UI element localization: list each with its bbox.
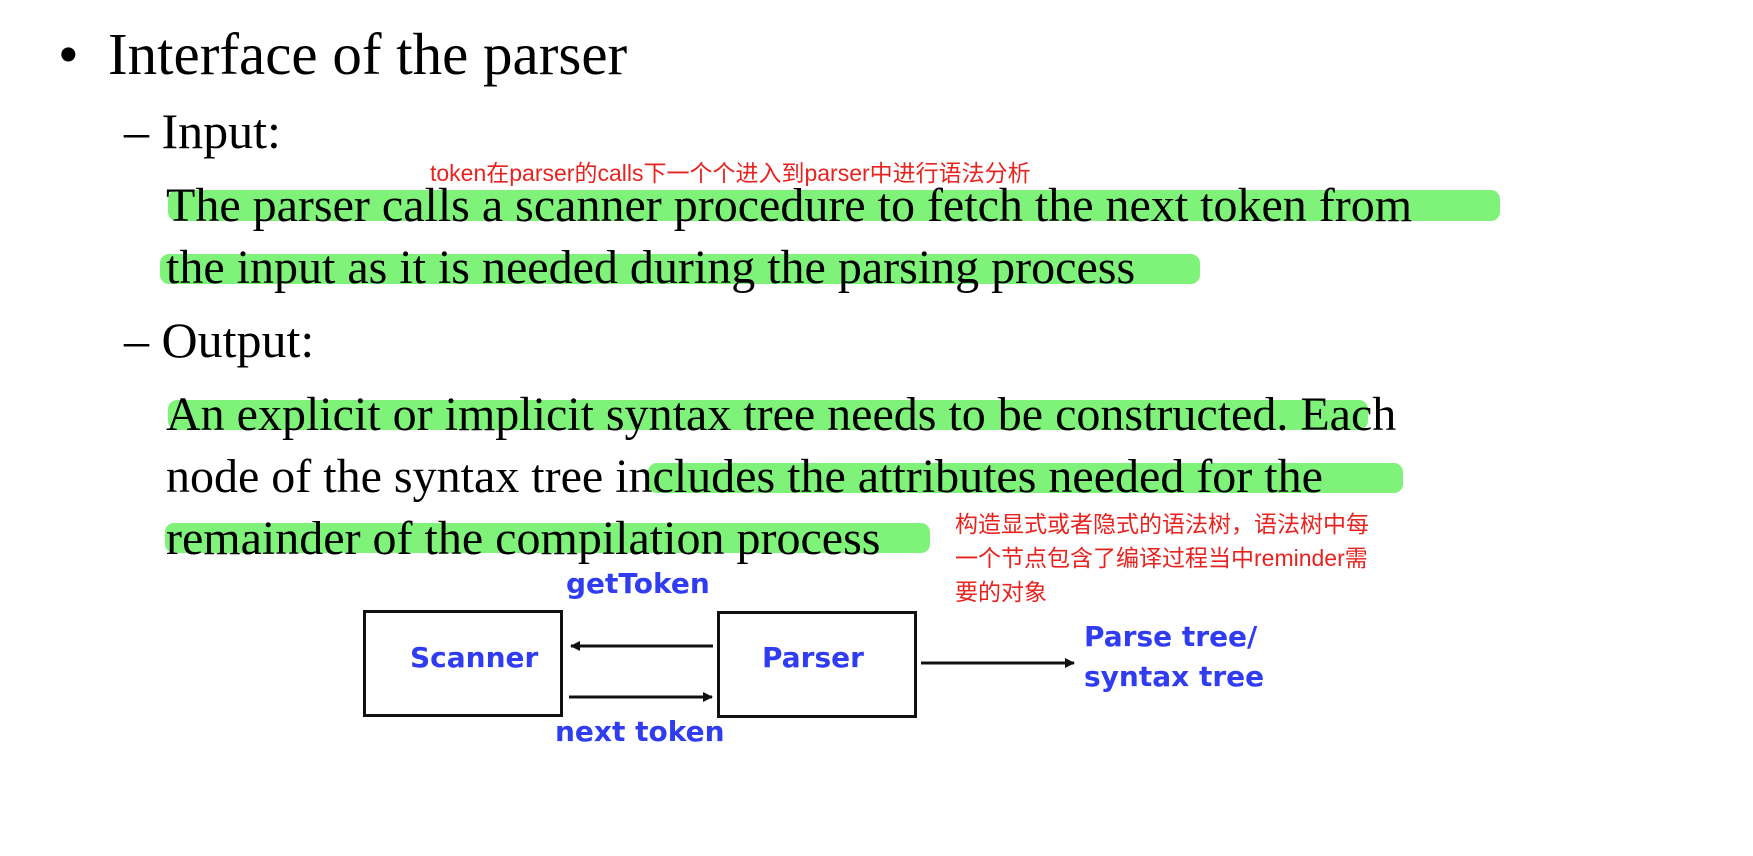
next-token-label: next token	[555, 715, 725, 748]
output-text-line1-highlighted: An explicit or implicit syntax tree need…	[166, 388, 1289, 441]
output-text-line1-plain: Each	[1288, 388, 1397, 441]
parser-label: Parser	[762, 641, 864, 674]
output-heading: – Output:	[124, 312, 315, 368]
output-annotation-line3: 要的对象	[955, 579, 1047, 605]
scanner-label: Scanner	[410, 641, 539, 674]
output-text-line2-highlighted: includes the attributes needed for the	[615, 450, 1323, 503]
input-heading: – Input:	[124, 103, 281, 159]
title-bullet: •	[58, 21, 79, 87]
output-annotation-line2: 一个节点包含了编译过程当中reminder需	[955, 545, 1368, 571]
output-text-line3: remainder of the compilation process	[166, 512, 881, 565]
output-text-line2: node of the syntax tree includes the att…	[166, 446, 1323, 508]
input-text-line1: The parser calls a scanner procedure to …	[166, 179, 1413, 232]
parse-tree-label-line1: Parse tree/	[1084, 620, 1258, 653]
slide-title: Interface of the parser	[108, 21, 628, 87]
input-text-line2: the input as it is needed during the par…	[166, 241, 1136, 294]
parse-tree-label-line2: syntax tree	[1084, 660, 1265, 693]
output-annotation-line1: 构造显式或者隐式的语法树，语法树中每	[955, 511, 1369, 537]
get-token-label: getToken	[566, 567, 710, 600]
output-text-line2-plain: node of the syntax tree	[166, 450, 616, 503]
output-text-line1: An explicit or implicit syntax tree need…	[166, 384, 1396, 446]
